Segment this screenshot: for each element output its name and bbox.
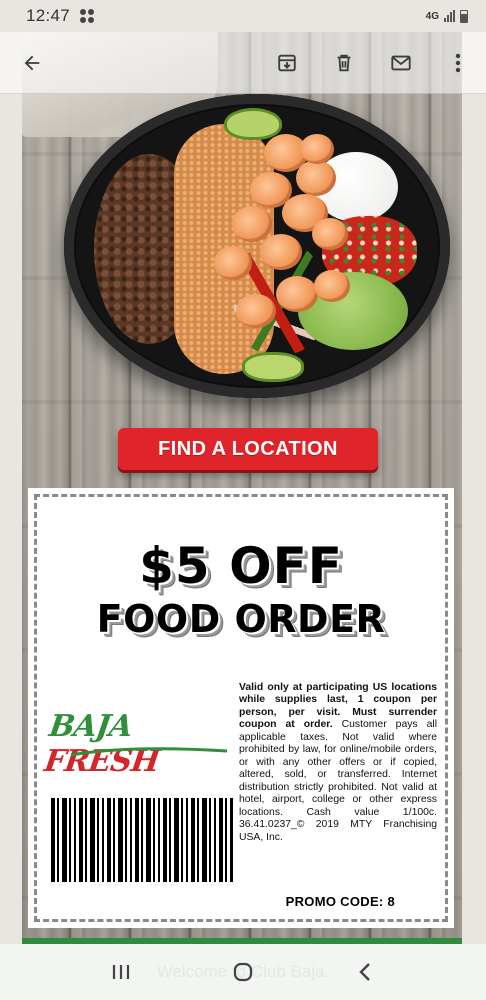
notification-dots-icon <box>80 9 95 23</box>
battery-icon <box>460 9 468 23</box>
coupon-headline-item: FOOD ORDER <box>96 597 386 641</box>
recent-apps-icon[interactable] <box>99 950 143 994</box>
email-toolbar <box>0 32 486 94</box>
archive-icon[interactable] <box>265 41 309 85</box>
burrito-bowl-image <box>64 94 450 398</box>
back-arrow-icon[interactable] <box>10 41 54 85</box>
baja-fresh-logo: BAJA FRESH <box>42 709 233 779</box>
network-type: 4G <box>425 10 439 22</box>
status-bar: 12:47 4G <box>0 0 486 32</box>
back-icon[interactable] <box>343 950 387 994</box>
clock: 12:47 <box>26 6 71 25</box>
signal-icon <box>444 10 455 22</box>
bottom-area: Welcome to Club Baja. <box>0 944 486 1000</box>
home-icon[interactable] <box>221 950 265 994</box>
coupon: $5 OFF FOOD ORDER BAJA FRESH Valid only … <box>28 488 454 928</box>
mail-icon[interactable] <box>379 41 423 85</box>
promo-code: PROMO CODE: 8 <box>285 894 395 909</box>
coupon-headline-amount: $5 OFF <box>139 537 343 595</box>
status-icons: 4G <box>425 9 468 23</box>
delete-icon[interactable] <box>322 41 366 85</box>
barcode <box>51 798 233 882</box>
email-body: FIND A LOCATION $5 OFF FOOD ORDER BAJA F… <box>22 32 462 942</box>
coupon-terms-text: Customer pays all applicable taxes. Not … <box>239 719 437 843</box>
find-location-button[interactable]: FIND A LOCATION <box>118 428 378 470</box>
coupon-terms: Valid only at participating US locations… <box>239 682 437 844</box>
logo-word-baja: BAJA <box>47 709 135 744</box>
coupon-dashed-border: $5 OFF FOOD ORDER BAJA FRESH Valid only … <box>34 494 448 922</box>
more-vertical-icon[interactable] <box>436 41 480 85</box>
logo-swoosh-icon <box>70 747 228 757</box>
system-navbar <box>0 944 486 1000</box>
